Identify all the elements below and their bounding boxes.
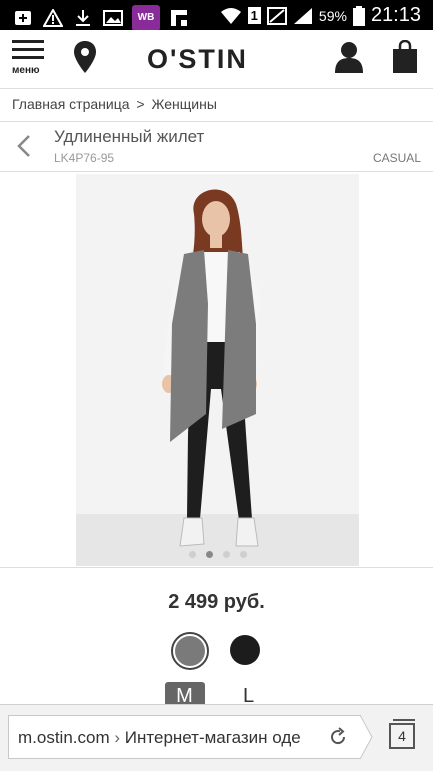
status-bar: WB 1 59% 21:13 (0, 0, 433, 31)
carousel-dot[interactable] (205, 551, 213, 558)
menu-button[interactable]: меню (12, 40, 46, 78)
breadcrumb: Главная страница > Женщины (12, 96, 217, 112)
signal-off-icon (266, 6, 287, 25)
breadcrumb-home-link[interactable]: Главная страница (12, 96, 130, 112)
divider (0, 567, 433, 568)
wifi-icon (220, 7, 241, 24)
clock: 21:13 (370, 4, 421, 26)
product-sku: LK4P76-95 (54, 151, 115, 165)
address-bar[interactable]: m.ostin.com › Интернет-магазин оде (8, 715, 361, 759)
url-separator: › (114, 728, 121, 747)
breadcrumb-separator: > (136, 96, 145, 112)
carousel-dot[interactable] (188, 551, 196, 558)
product-photo (162, 189, 260, 547)
color-selector (0, 632, 433, 670)
map-pin-icon (74, 41, 96, 73)
carousel-dot[interactable] (239, 551, 247, 558)
tab-switcher-button[interactable]: 4 (389, 719, 415, 749)
carousel-dot[interactable] (222, 551, 230, 558)
url-box-arrow (360, 714, 373, 760)
usb-icon (12, 8, 34, 28)
product-category: CASUAL (372, 151, 421, 165)
user-icon (335, 42, 363, 73)
address-text: m.ostin.com › Интернет-магазин оде (18, 728, 323, 748)
color-swatch-black[interactable] (227, 632, 263, 668)
battery-percent: 59% (318, 7, 347, 24)
cart-button[interactable] (392, 39, 418, 79)
menu-label: меню (12, 65, 40, 76)
site-header: меню O'STIN (0, 30, 433, 89)
divider (0, 171, 433, 172)
product-price: 2 499 руб. (168, 591, 265, 613)
site-logo[interactable]: O'STIN (147, 44, 248, 75)
product-image-carousel[interactable] (76, 174, 359, 566)
reload-button[interactable] (328, 727, 348, 752)
reload-icon (331, 727, 346, 745)
swatch-fill (174, 636, 205, 666)
store-locator-button[interactable] (73, 40, 97, 79)
wb-app-icon: WB (132, 5, 160, 31)
breadcrumb-women-link[interactable]: Женщины (152, 96, 217, 112)
account-button[interactable] (334, 40, 364, 79)
url-page-title: Интернет-магазин оде (124, 728, 301, 747)
product-title: Удлиненный жилет (54, 127, 205, 146)
chevron-left-icon (17, 135, 30, 157)
shopping-bag-icon (393, 39, 417, 73)
system-status: 1 59% 21:13 (220, 4, 421, 27)
flipboard-icon (168, 8, 190, 28)
download-icon (72, 8, 94, 28)
image-icon (102, 8, 124, 28)
notification-icons: WB (12, 5, 190, 31)
browser-toolbar: m.ostin.com › Интернет-магазин оде 4 (0, 704, 433, 771)
sim-slot-badge: 1 (247, 7, 261, 24)
divider (0, 121, 433, 122)
battery-icon (352, 5, 365, 26)
signal-icon (293, 7, 312, 24)
back-button[interactable] (16, 134, 32, 163)
carousel-dots (76, 551, 359, 558)
swatch-fill (229, 635, 260, 665)
url-domain: m.ostin.com (18, 728, 110, 747)
warning-icon (42, 8, 64, 28)
hamburger-icon (12, 40, 46, 59)
color-swatch-grey[interactable] (170, 632, 209, 670)
